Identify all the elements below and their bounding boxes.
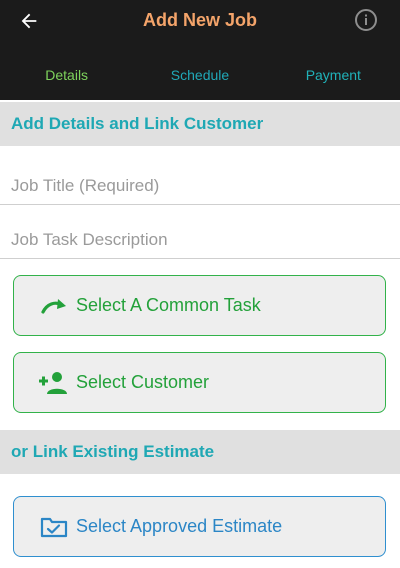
folder-check-icon: [34, 513, 74, 541]
job-title-field: [0, 153, 400, 205]
info-button[interactable]: [354, 8, 378, 32]
app-header: Add New Job Details Schedule Payment: [0, 0, 400, 100]
select-approved-estimate-button[interactable]: Select Approved Estimate: [13, 496, 386, 557]
info-icon: [355, 9, 377, 31]
page-title: Add New Job: [142, 10, 257, 30]
select-customer-label: Select Customer: [76, 372, 210, 392]
tab-details[interactable]: Details: [0, 60, 133, 92]
tab-bar: Details Schedule Payment: [0, 60, 400, 92]
select-customer-button[interactable]: Select Customer: [13, 352, 386, 413]
tab-payment[interactable]: Payment: [267, 60, 400, 92]
select-common-task-button[interactable]: Select A Common Task: [13, 275, 386, 336]
estimate-section-header: or Link Existing Estimate: [0, 430, 400, 474]
tab-schedule[interactable]: Schedule: [133, 60, 266, 92]
job-description-input[interactable]: [0, 207, 400, 258]
job-title-input[interactable]: [0, 153, 400, 204]
details-section-header: Add Details and Link Customer: [0, 102, 400, 146]
add-person-icon: [34, 369, 74, 397]
job-description-field: [0, 207, 400, 259]
select-common-task-label: Select A Common Task: [76, 295, 261, 315]
redo-arrow-icon: [34, 292, 74, 320]
select-approved-estimate-label: Select Approved Estimate: [76, 516, 283, 536]
